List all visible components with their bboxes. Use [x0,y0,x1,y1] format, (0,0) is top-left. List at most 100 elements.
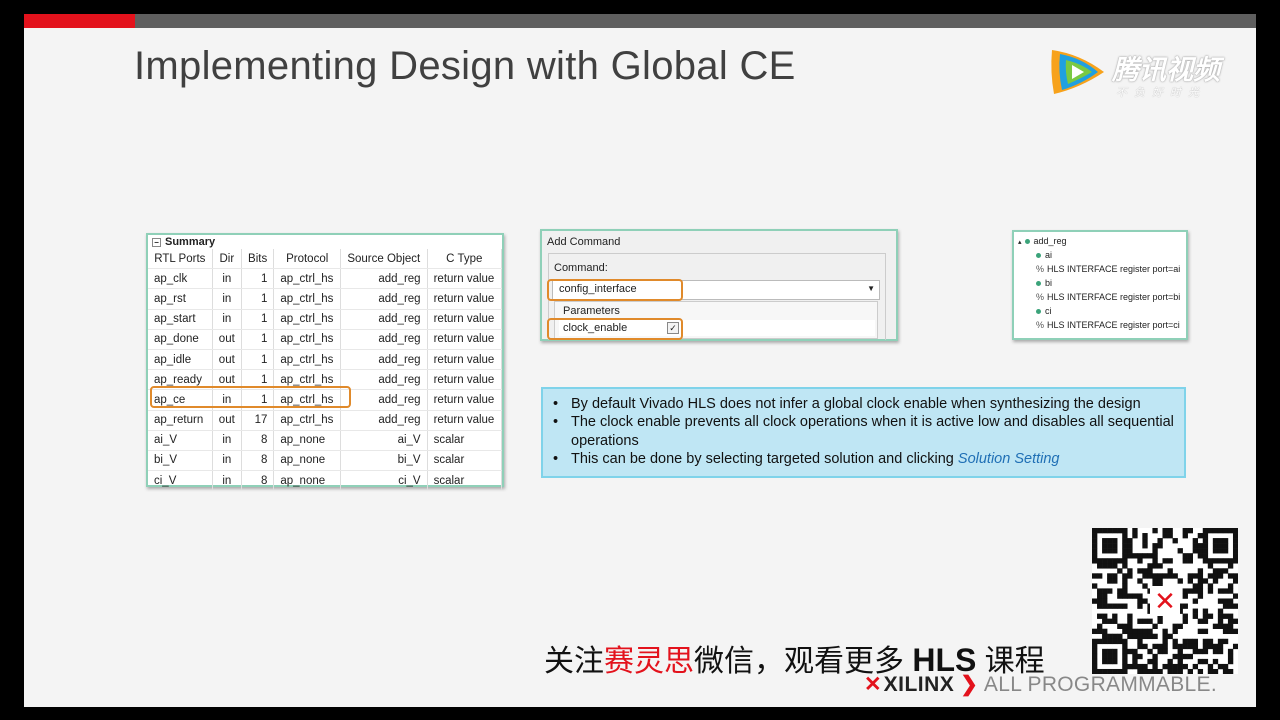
table-cell: out [212,410,242,431]
chevron-right-icon: ❯ [960,673,978,696]
note-item: By default Vivado HLS does not infer a g… [553,395,1184,414]
all-programmable-text: ALL PROGRAMMABLE. [983,673,1217,696]
table-row[interactable]: ap_rst in 1 ap_ctrl_hs add_reg return value [148,288,503,310]
table-cell: return value [427,288,503,310]
column-header[interactable]: C Type [427,249,503,270]
table-cell: return value [427,369,503,391]
table-cell: ci_V [340,470,428,492]
table-cell: in [212,288,242,310]
promo-text: 关注 [544,645,604,678]
table-row[interactable]: ai_V in 8 ap_none ai_V scalar [148,430,503,451]
table-cell: ap_start [148,309,213,330]
table-cell: ap_return [148,410,213,431]
table-cell: in [212,470,242,492]
note-item: The clock enable prevents all clock oper… [553,413,1184,450]
table-cell: ap_ctrl_hs [273,288,341,310]
tree-directive-ci[interactable]: % HLS INTERFACE register port=ci [1036,320,1180,331]
table-cell: return value [427,410,503,431]
tree-item-bi[interactable]: bi [1036,278,1052,289]
solution-setting-link[interactable]: Solution Setting [958,451,1060,467]
table-row[interactable]: ap_return out 17 ap_ctrl_hs add_reg return va… [148,410,503,431]
parameters-title: Parameters [563,305,620,317]
function-icon [1024,239,1030,245]
table-cell: add_reg [340,410,428,431]
tree-item-ai[interactable]: ai [1036,250,1052,261]
table-cell: ap_ctrl_hs [273,309,341,330]
table-cell: ci_V [148,470,213,492]
table-cell: ap_ctrl_hs [273,329,341,350]
tree-directive-label: HLS INTERFACE register port=ci [1047,320,1180,330]
command-label: Command: [554,262,608,274]
promo-brand: 赛灵思 [604,645,694,678]
table-cell: add_reg [340,309,428,330]
tree-directive-bi[interactable]: % HLS INTERFACE register port=bi [1036,292,1180,303]
column-header[interactable]: RTL Ports [148,249,213,270]
table-cell: in [212,268,242,290]
slide-title: Implementing Design with Global CE [134,44,796,88]
column-header[interactable]: Source Object [340,249,428,270]
ap-ce-highlight [150,386,351,408]
table-cell: ap_none [273,430,341,451]
svg-text:✕: ✕ [1154,587,1176,617]
table-row[interactable]: ap_clk in 1 ap_ctrl_hs add_reg return value [148,268,503,290]
table-row[interactable]: bi_V in 8 ap_none bi_V scalar [148,450,503,472]
note-text: This can be done by selecting targeted s… [571,451,958,468]
port-icon [1036,253,1041,259]
table-cell: ap_idle [148,349,213,371]
collapse-icon[interactable]: − [152,237,161,247]
table-cell: return value [427,349,503,371]
add-command-dialog: Add Command Command: config_interface ▼ … [540,229,898,341]
tree-root[interactable]: ▴ add_reg [1018,236,1067,248]
tree-item-label: bi [1045,278,1053,288]
table-cell: 8 [241,470,275,492]
note-item: This can be done by selecting targeted s… [553,450,1184,469]
tree-item-ci[interactable]: ci [1036,306,1052,317]
chevron-down-icon[interactable]: ▼ [867,284,875,293]
notes-box: By default Vivado HLS does not infer a g… [541,387,1186,478]
logo-slogan-text: 不负好时光 [1116,87,1206,99]
table-cell: 8 [241,450,275,472]
table-cell: 1 [241,329,275,350]
table-row[interactable]: ap_idle out 1 ap_ctrl_hs add_reg return value [148,349,503,371]
summary-title: Summary [165,236,216,248]
xilinx-name: XILINX [883,673,955,696]
table-cell: 1 [241,349,275,371]
table-row[interactable]: ap_done out 1 ap_ctrl_hs add_reg return value [148,329,503,350]
table-cell: ap_done [148,329,213,350]
tree-directive-ai[interactable]: % HLS INTERFACE register port=ai [1036,264,1180,275]
slide-top-bar [24,14,1256,28]
table-cell: out [212,329,242,350]
rtl-ports-table: RTL Ports Dir Bits Protocol Source Object C T… [148,249,503,492]
table-cell: 17 [241,410,275,431]
table-cell: ap_ctrl_hs [273,268,341,290]
logo-brand-text: 腾讯视频 [1112,55,1220,85]
dialog-title: Add Command [547,236,621,248]
slide: Implementing Design with Global CE 腾讯视频 … [24,14,1256,707]
table-cell: in [212,430,242,451]
table-cell: add_reg [340,329,428,350]
table-cell: add_reg [340,389,428,411]
table-cell: out [212,349,242,371]
table-cell: return value [427,329,503,350]
summary-header[interactable]: − Summary [148,235,502,249]
wechat-qr-code-icon: ✕ [1092,528,1238,674]
table-row[interactable]: ci_V in 8 ap_none ci_V scalar [148,470,503,492]
directive-icon: % [1036,292,1045,302]
table-cell: in [212,450,242,472]
tencent-video-logo: 腾讯视频 不负好时光 [1046,42,1246,102]
column-header[interactable]: Protocol [273,249,341,270]
column-header[interactable]: Dir [212,249,242,270]
port-icon [1036,281,1041,287]
column-header[interactable]: Bits [241,249,275,270]
expand-icon[interactable]: ▴ [1018,239,1022,246]
table-cell: in [212,309,242,330]
xilinx-mark-icon: ✕ [864,673,882,696]
tree-item-label: ci [1045,306,1052,316]
tree-directive-label: HLS INTERFACE register port=bi [1047,292,1181,302]
table-cell: return value [427,309,503,330]
table-cell: 1 [241,268,275,290]
tree-item-label: ai [1045,250,1053,260]
table-cell: 8 [241,430,275,451]
table-row[interactable]: ap_start in 1 ap_ctrl_hs add_reg return value [148,309,503,330]
directive-icon: % [1036,264,1045,274]
